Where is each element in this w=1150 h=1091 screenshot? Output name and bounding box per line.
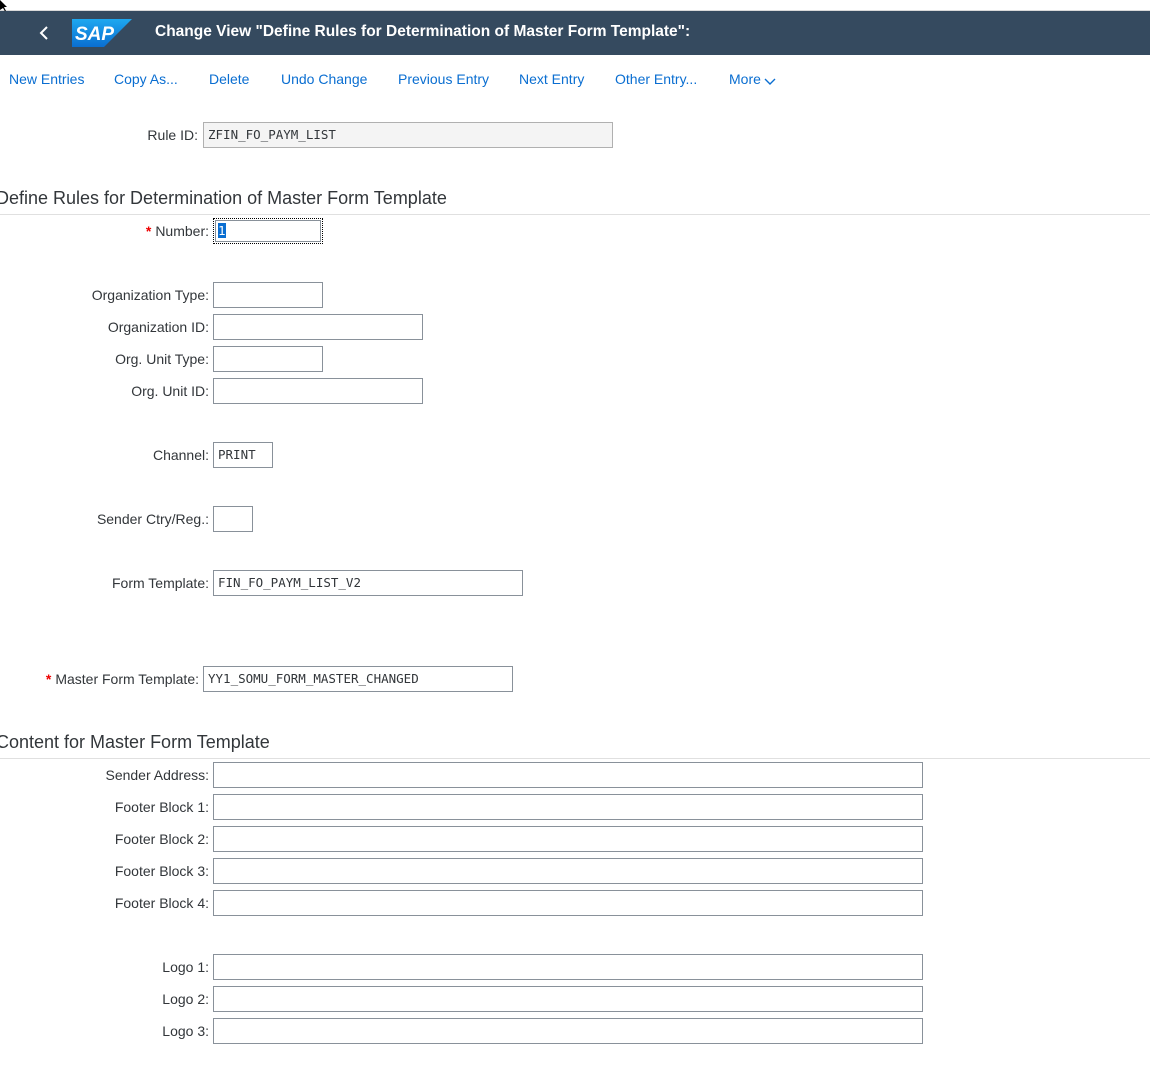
sap-logo: SAP <box>72 19 132 47</box>
chevron-down-icon <box>764 78 776 85</box>
logo-3-label: Logo 3: <box>162 1023 209 1039</box>
other-entry-button[interactable]: Other Entry... <box>615 71 697 87</box>
channel-label: Channel: <box>152 447 209 463</box>
master-form-label-text: Master Form Template: <box>55 671 199 687</box>
window-top-strip <box>0 0 1150 11</box>
logo-1-field[interactable] <box>213 954 923 980</box>
org-unit-type-label: Org. Unit Type: <box>115 351 209 367</box>
required-marker: * <box>45 671 52 687</box>
page-title: Change View "Define Rules for Determinat… <box>155 23 691 40</box>
shell-bar: SAP Change View "Define Rules for Determ… <box>0 11 1150 55</box>
new-entries-button[interactable]: New Entries <box>9 71 84 87</box>
footer-block-3-field[interactable] <box>213 858 923 884</box>
logo-1-label: Logo 1: <box>162 959 209 975</box>
sender-address-label: Sender Address: <box>105 767 209 783</box>
logo-2-field[interactable] <box>213 986 923 1012</box>
number-field[interactable]: 1 <box>213 218 323 244</box>
form-template-label: Form Template: <box>112 575 209 591</box>
footer-block-2-field[interactable] <box>213 826 923 852</box>
back-button[interactable] <box>30 18 58 48</box>
next-entry-button[interactable]: Next Entry <box>519 71 584 87</box>
chevron-left-icon <box>39 26 48 40</box>
org-type-field[interactable] <box>213 282 323 308</box>
number-value: 1 <box>218 223 226 238</box>
required-marker: * <box>145 223 152 239</box>
channel-field[interactable]: PRINT <box>213 442 273 468</box>
sender-address-field[interactable] <box>213 762 923 788</box>
section-divider <box>0 758 1150 759</box>
logo-2-label: Logo 2: <box>162 991 209 1007</box>
svg-text:SAP: SAP <box>75 24 114 45</box>
delete-button[interactable]: Delete <box>209 71 249 87</box>
org-id-field[interactable] <box>213 314 423 340</box>
master-form-label: * Master Form Template: <box>46 671 199 687</box>
footer-block-2-label: Footer Block 2: <box>114 831 209 847</box>
copy-as-button[interactable]: Copy As... <box>114 71 178 87</box>
rules-section-title: Define Rules for Determination of Master… <box>0 188 447 208</box>
footer-block-4-label: Footer Block 4: <box>114 895 209 911</box>
rule-id-label: Rule ID: <box>147 127 198 143</box>
more-label: More <box>729 71 761 87</box>
undo-change-button[interactable]: Undo Change <box>281 71 367 87</box>
org-unit-id-field[interactable] <box>213 378 423 404</box>
org-id-label: Organization ID: <box>107 319 209 335</box>
logo-3-field[interactable] <box>213 1018 923 1044</box>
previous-entry-button[interactable]: Previous Entry <box>398 71 489 87</box>
number-label: * Number: <box>146 223 209 239</box>
number-label-text: Number: <box>155 223 209 239</box>
sender-ctry-label: Sender Ctry/Reg.: <box>96 511 209 527</box>
more-menu-button[interactable]: More <box>729 71 776 87</box>
org-unit-id-label: Org. Unit ID: <box>131 383 209 399</box>
form-template-field[interactable]: FIN_FO_PAYM_LIST_V2 <box>213 570 523 596</box>
rule-id-field[interactable]: ZFIN_FO_PAYM_LIST <box>203 122 613 148</box>
footer-block-3-label: Footer Block 3: <box>114 863 209 879</box>
master-form-field[interactable]: YY1_SOMU_FORM_MASTER_CHANGED <box>203 666 513 692</box>
footer-block-4-field[interactable] <box>213 890 923 916</box>
section-divider <box>0 214 1150 215</box>
toolbar: New Entries Copy As... Delete Undo Chang… <box>0 60 1150 98</box>
org-type-label: Organization Type: <box>91 287 209 303</box>
footer-block-1-label: Footer Block 1: <box>114 799 209 815</box>
footer-block-1-field[interactable] <box>213 794 923 820</box>
org-unit-type-field[interactable] <box>213 346 323 372</box>
sender-ctry-field[interactable] <box>213 506 253 532</box>
content-section-title: Content for Master Form Template <box>0 732 270 752</box>
